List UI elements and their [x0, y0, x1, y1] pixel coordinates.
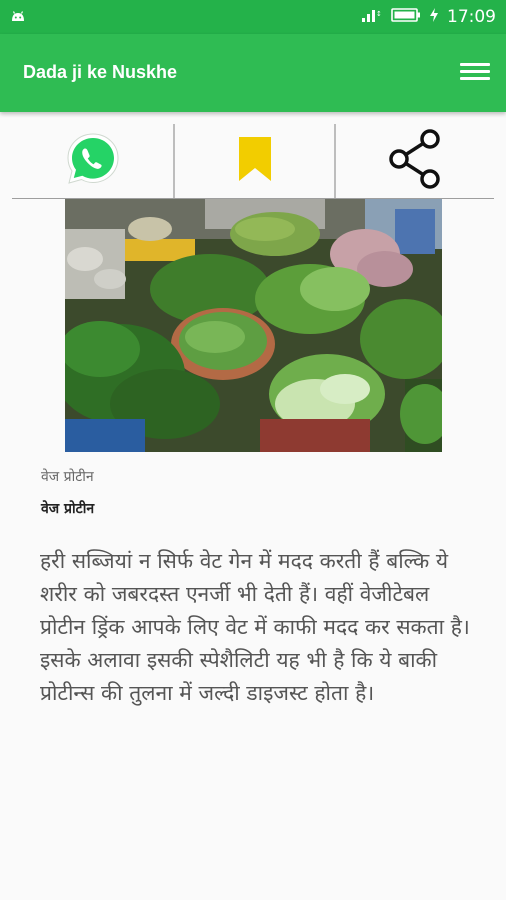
image-caption: वेज प्रोटीन: [41, 469, 94, 485]
whatsapp-icon: [65, 131, 121, 191]
share-icon: [385, 128, 445, 194]
status-bar: ↕ 17:09: [0, 0, 506, 34]
whatsapp-share-button[interactable]: [12, 124, 174, 198]
action-bar: [12, 124, 494, 199]
android-icon: [10, 8, 26, 28]
bookmark-icon: [237, 136, 273, 186]
app-title: Dada ji ke Nuskhe: [23, 62, 178, 82]
battery-icon: [391, 7, 421, 28]
article-image: [65, 199, 442, 452]
article-body: हरी सब्जियां न सिर्फ वेट गेन में मदद करत…: [40, 549, 470, 705]
app-bar: Dada ji ke Nuskhe: [0, 34, 506, 112]
menu-icon-bar: [460, 70, 490, 73]
clock: 17:09: [447, 7, 496, 27]
article-title: वेज प्रोटीन: [41, 501, 95, 517]
signal-icon: ↕: [361, 7, 383, 28]
bookmark-button[interactable]: [175, 124, 335, 198]
menu-icon-bar: [460, 63, 490, 66]
share-button[interactable]: [336, 124, 494, 198]
svg-text:↕: ↕: [376, 10, 382, 18]
charging-icon: [429, 7, 439, 28]
menu-button[interactable]: [460, 60, 490, 84]
menu-icon-bar: [460, 77, 490, 80]
